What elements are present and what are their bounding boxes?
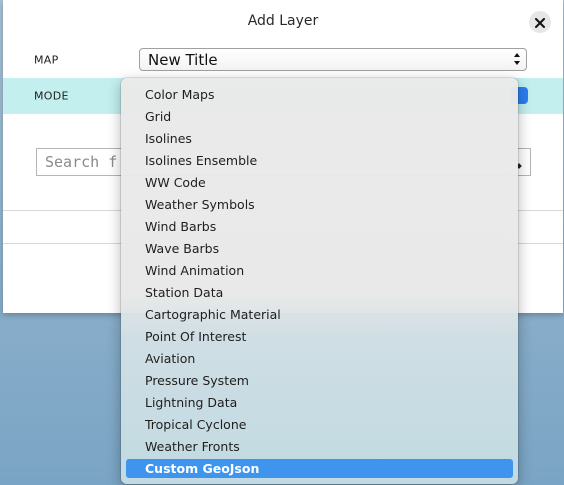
map-select-value: New Title — [148, 51, 218, 69]
dropdown-item[interactable]: Wind Animation — [126, 261, 513, 280]
dropdown-item[interactable]: Color Maps — [126, 85, 513, 104]
dropdown-item[interactable]: Weather Symbols — [126, 195, 513, 214]
dropdown-item[interactable]: Isolines Ensemble — [126, 151, 513, 170]
close-button[interactable] — [529, 11, 551, 33]
map-row: MAP New Title — [3, 43, 563, 77]
dropdown-item[interactable]: Aviation — [126, 349, 513, 368]
dropdown-item[interactable]: Pressure System — [126, 371, 513, 390]
dropdown-item[interactable]: Lightning Data — [126, 393, 513, 412]
select-arrows-icon — [513, 51, 521, 67]
dropdown-item[interactable]: Point Of Interest — [126, 327, 513, 346]
dropdown-item[interactable]: Grid — [126, 107, 513, 126]
close-icon — [535, 13, 545, 32]
dropdown-item[interactable]: Wave Barbs — [126, 239, 513, 258]
modal-title: Add Layer — [247, 13, 319, 29]
map-select[interactable]: New Title — [139, 48, 527, 71]
layer-type-dropdown[interactable]: Color Maps Grid Isolines Isolines Ensemble W… — [121, 78, 518, 484]
dropdown-item[interactable]: Custom GeoJson — [126, 459, 513, 478]
dropdown-item[interactable]: WW Code — [126, 173, 513, 192]
map-label: MAP — [34, 53, 59, 67]
dropdown-item[interactable]: Tropical Cyclone — [126, 415, 513, 434]
dropdown-item[interactable]: Wind Barbs — [126, 217, 513, 236]
dropdown-item[interactable]: Cartographic Material — [126, 305, 513, 324]
dropdown-item[interactable]: Isolines — [126, 129, 513, 148]
dropdown-item[interactable]: Weather Fronts — [126, 437, 513, 456]
mode-label: MODE — [34, 89, 69, 103]
dropdown-item[interactable]: Station Data — [126, 283, 513, 302]
